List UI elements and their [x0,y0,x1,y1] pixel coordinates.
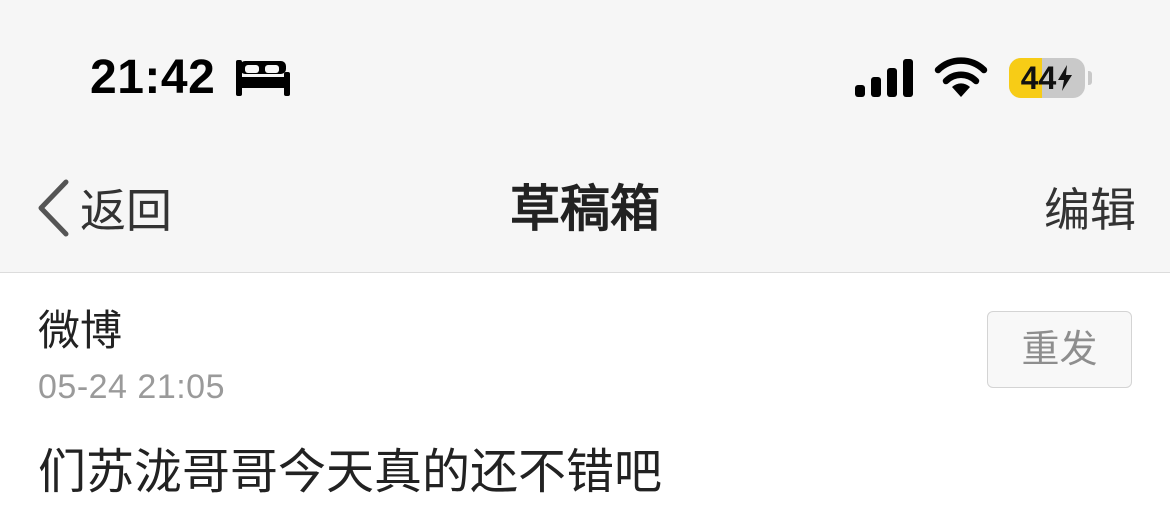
back-label: 返回 [80,184,172,238]
status-time: 21:42 [90,51,216,104]
battery-indicator: 44 [1009,58,1085,98]
bed-icon [236,60,290,96]
battery-tip [1088,71,1092,85]
header-area: 21:42 44 草稿箱 返回 编辑 [0,0,1170,273]
draft-content: 们苏泷哥哥今天真的还不错吧 [38,444,663,500]
draft-source: 微博 [38,306,123,355]
charging-bolt-icon [1058,65,1073,91]
chevron-left-icon [38,179,69,237]
back-button[interactable]: 返回 [36,178,172,238]
resend-button[interactable]: 重发 [987,311,1132,388]
battery-level: 44 [1009,58,1085,98]
draft-timestamp: 05-24 21:05 [38,368,225,406]
battery-percent: 44 [1020,59,1057,96]
page-title: 草稿箱 [510,180,660,238]
wifi-icon [934,57,988,97]
cellular-signal-icon [855,59,913,97]
edit-button[interactable]: 编辑 [1044,180,1136,240]
